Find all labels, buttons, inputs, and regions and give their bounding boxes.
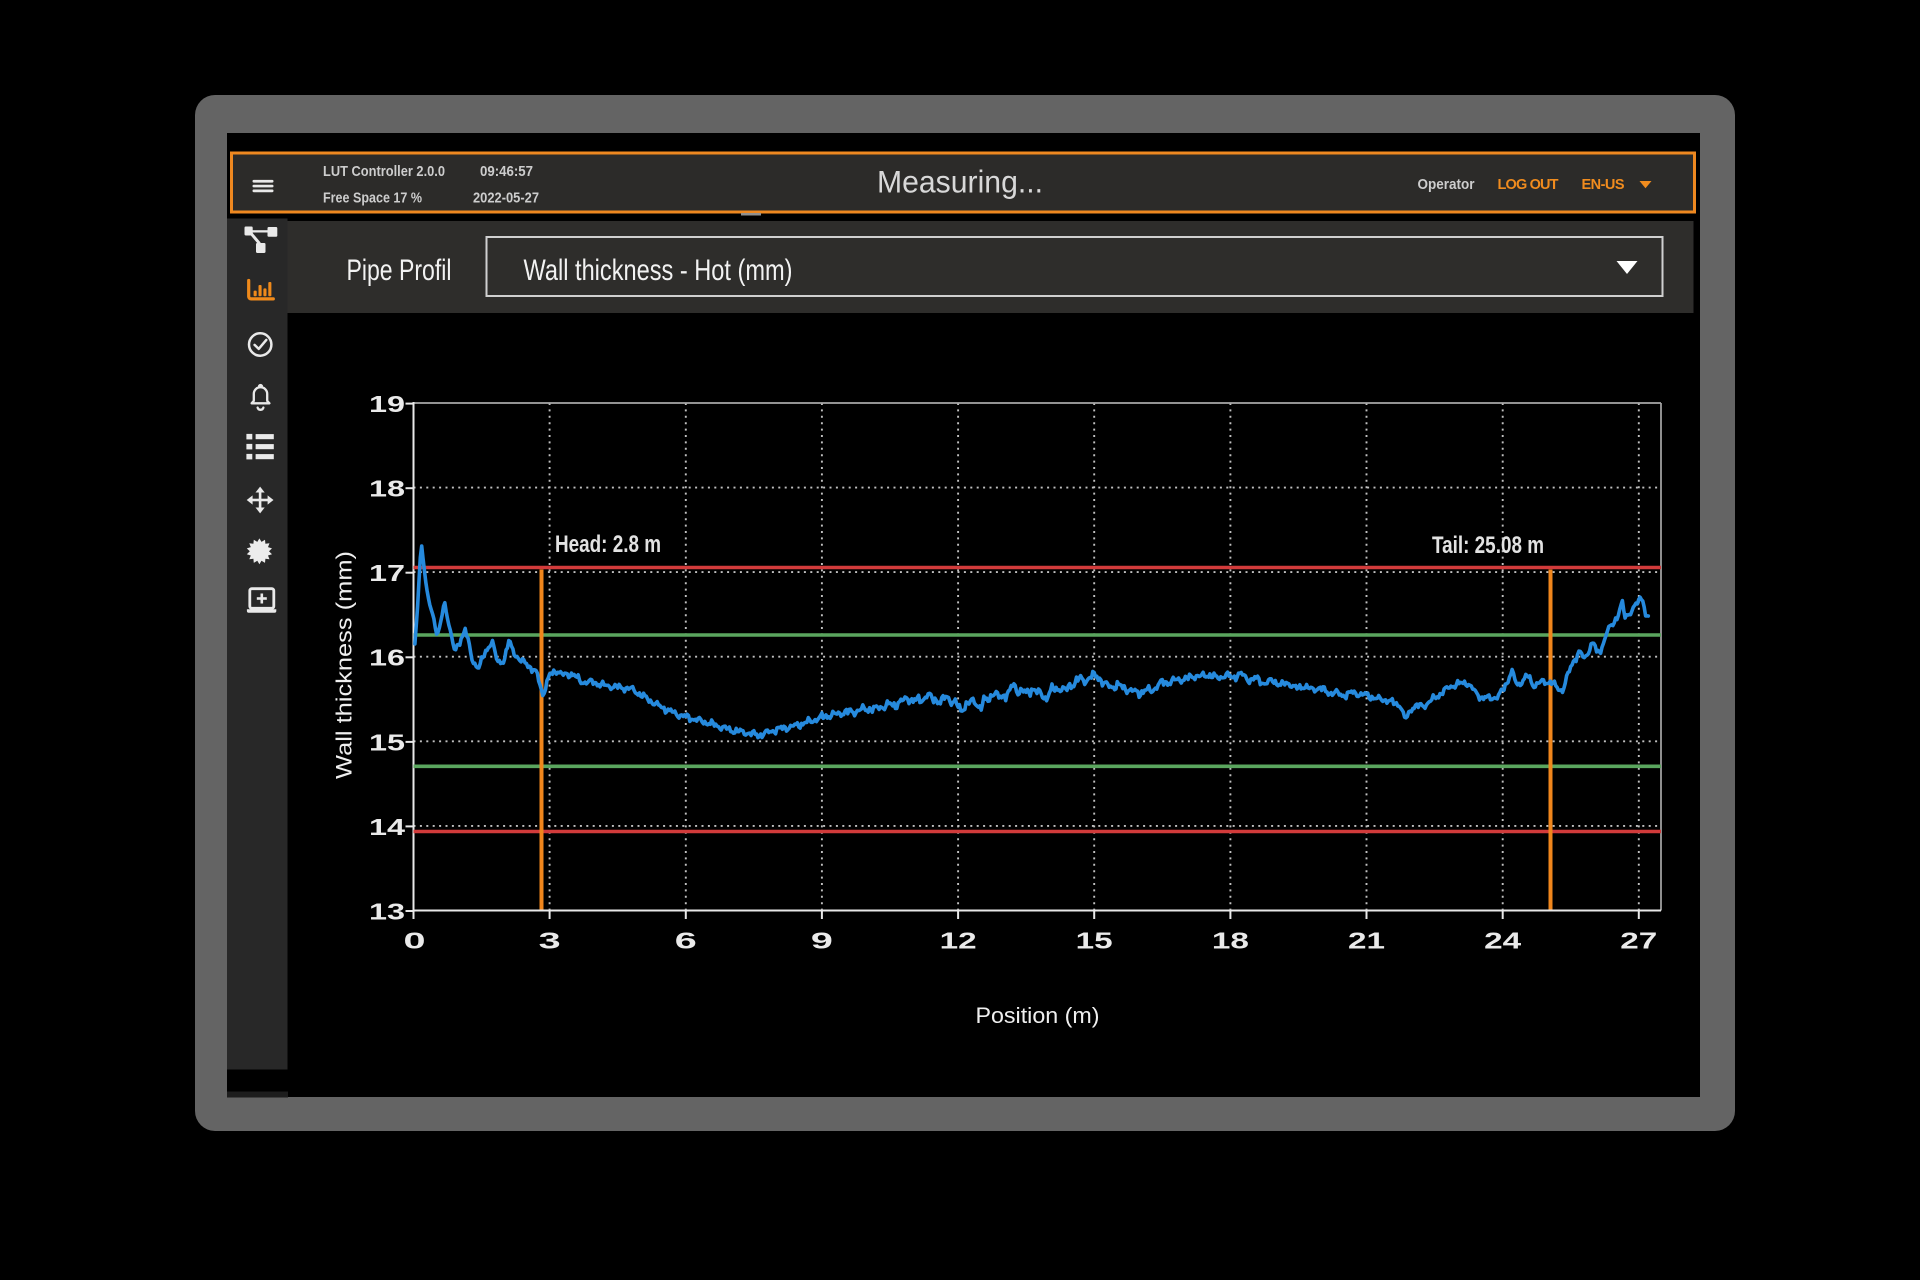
svg-text:18: 18	[369, 476, 405, 502]
svg-text:12: 12	[940, 928, 977, 954]
svg-text:Operator: Operator	[1418, 177, 1475, 193]
svg-text:09:46:57: 09:46:57	[480, 164, 533, 180]
svg-text:17: 17	[369, 560, 405, 586]
svg-text:16: 16	[369, 645, 405, 671]
svg-text:18: 18	[1212, 928, 1249, 954]
svg-text:LOG OUT: LOG OUT	[1498, 177, 1559, 193]
svg-text:Head: 2.8 m: Head: 2.8 m	[555, 531, 661, 558]
svg-text:Wall thickness - Hot (mm): Wall thickness - Hot (mm)	[524, 254, 793, 287]
svg-text:14: 14	[369, 814, 405, 840]
svg-text:LUT Controller 2.0.0: LUT Controller 2.0.0	[323, 164, 445, 180]
svg-text:Tail: 25.08 m: Tail: 25.08 m	[1432, 532, 1544, 559]
svg-text:24: 24	[1484, 928, 1521, 954]
svg-text:Free Space 17 %: Free Space 17 %	[323, 191, 422, 207]
svg-text:EN-US: EN-US	[1582, 177, 1625, 193]
svg-text:9: 9	[811, 928, 833, 954]
svg-text:Position (m): Position (m)	[976, 1003, 1100, 1028]
svg-text:Pipe Profil: Pipe Profil	[347, 254, 452, 287]
svg-text:2022-05-27: 2022-05-27	[473, 191, 539, 207]
svg-text:15: 15	[1076, 928, 1113, 954]
svg-text:3: 3	[539, 928, 561, 954]
svg-text:Measuring...: Measuring...	[877, 164, 1043, 200]
svg-text:0: 0	[404, 928, 426, 954]
svg-text:6: 6	[675, 928, 697, 954]
svg-text:21: 21	[1348, 928, 1385, 954]
svg-text:19: 19	[369, 391, 405, 417]
svg-text:27: 27	[1620, 928, 1657, 954]
svg-text:13: 13	[369, 898, 405, 924]
svg-text:Wall thickness (mm): Wall thickness (mm)	[332, 551, 357, 779]
svg-text:15: 15	[369, 729, 405, 755]
